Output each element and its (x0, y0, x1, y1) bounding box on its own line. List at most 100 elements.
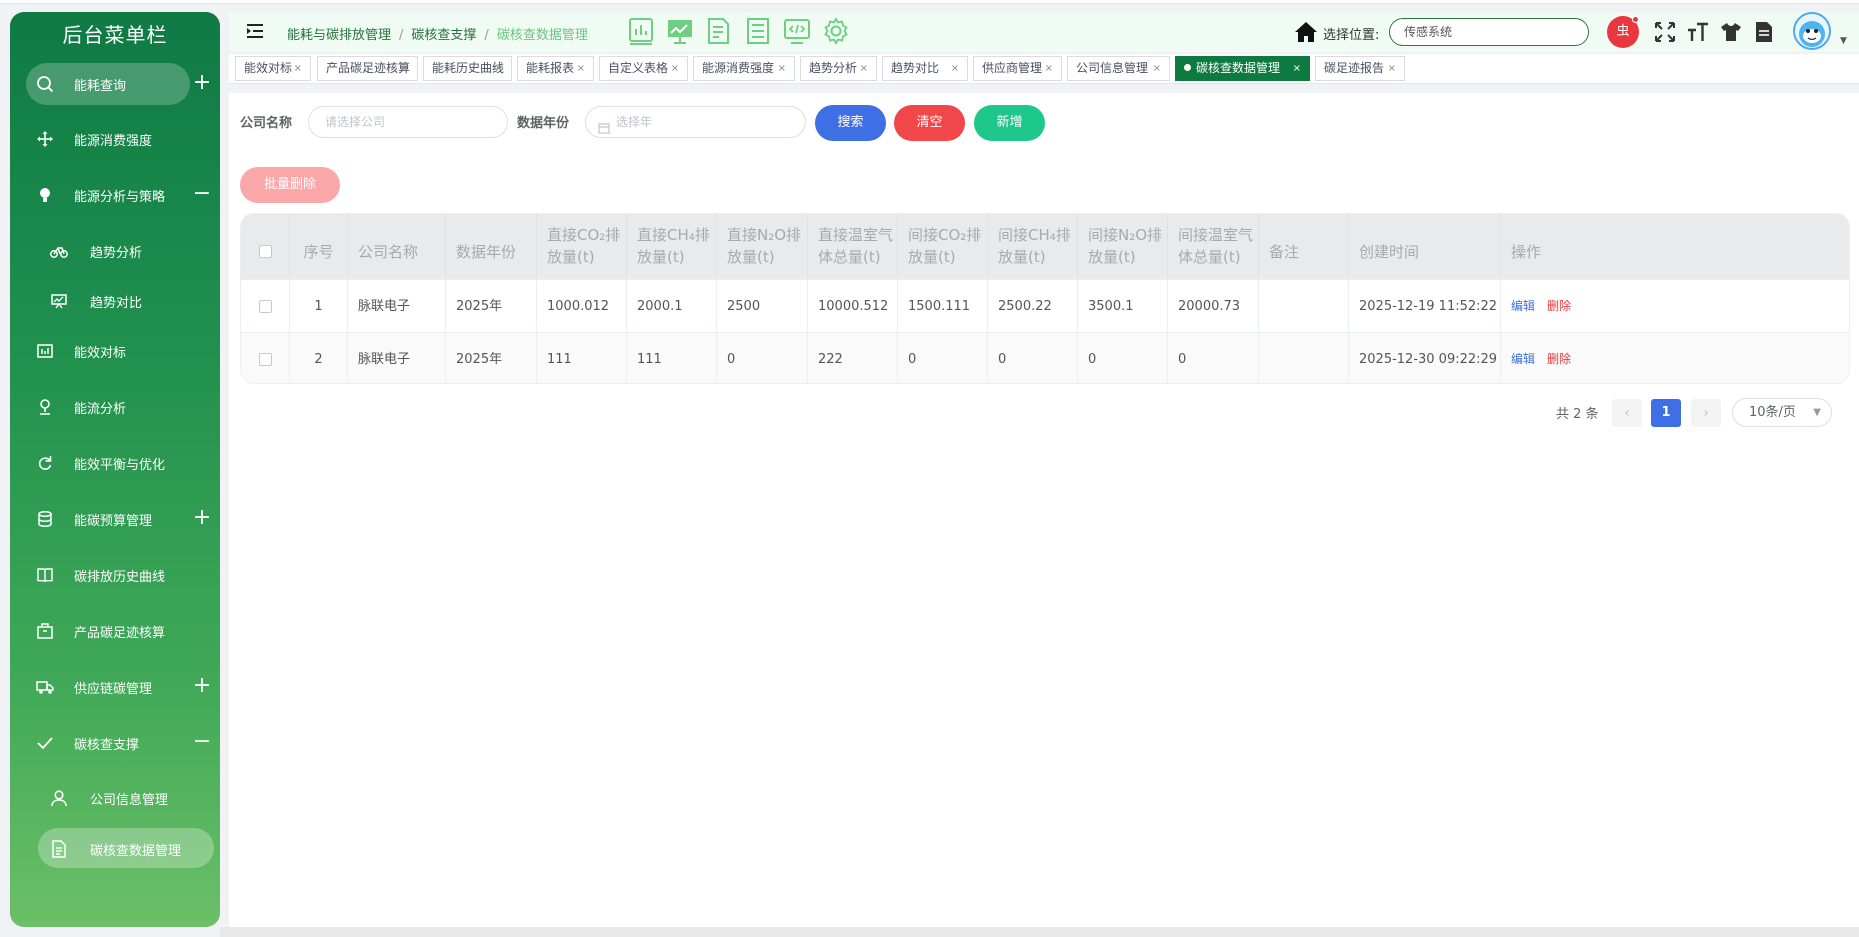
add-button[interactable]: 新增 (974, 105, 1045, 141)
truck-icon (34, 676, 56, 698)
tab-trend-analysis[interactable]: 趋势分析 × (800, 56, 877, 81)
sidebar-item-energy-flow[interactable]: 能流分析 (10, 386, 220, 428)
checklist-icon[interactable] (744, 17, 772, 45)
sidebar-item-carbon-history[interactable]: 碳排放历史曲线 (10, 554, 220, 596)
column-header: 操作 (1511, 242, 1542, 261)
sidebar-item-efficiency-benchmark[interactable]: 能效对标 (10, 330, 220, 372)
edit-document-icon[interactable] (705, 17, 733, 45)
tab-energy-history[interactable]: 能耗历史曲线 × (423, 56, 512, 81)
close-icon[interactable]: × (294, 57, 302, 80)
close-icon[interactable]: × (671, 57, 679, 80)
edit-link[interactable]: 编辑 (1511, 299, 1535, 313)
cell-indirect-n2o: 3500.1 (1078, 280, 1168, 333)
bug-label: 虫 (1616, 24, 1630, 39)
close-icon[interactable]: × (778, 57, 786, 80)
sidebar-item-verification-data[interactable]: 碳核查数据管理 (10, 828, 220, 870)
sidebar-item-supply-chain[interactable]: 供应链碳管理 + (10, 666, 220, 708)
collapse-minus-icon[interactable]: − (190, 731, 214, 755)
close-icon[interactable]: × (1293, 57, 1301, 80)
tab-energy-intensity[interactable]: 能源消费强度 × (693, 56, 795, 81)
delete-link[interactable]: 删除 (1547, 299, 1571, 313)
checkmark-icon (34, 732, 56, 754)
lightbulb-icon (34, 184, 56, 206)
tab-verification-data[interactable]: 碳核查数据管理 × (1175, 56, 1310, 81)
column-header: 创建时间 (1349, 214, 1501, 279)
tab-footprint-report[interactable]: 碳足迹报告 × (1315, 56, 1405, 81)
tab-supplier-management[interactable]: 供应商管理 × (973, 56, 1062, 81)
cell-actions: 编辑 删除 (1501, 333, 1651, 383)
delete-link[interactable]: 删除 (1547, 352, 1571, 366)
breadcrumb-item[interactable]: 碳核查支撑 (411, 28, 476, 43)
cell-direct-n2o: 2500 (717, 280, 808, 333)
tab-trend-compare[interactable]: 趋势对比 × (882, 56, 968, 81)
gear-icon[interactable] (822, 17, 850, 45)
clear-button[interactable]: 清空 (894, 105, 965, 141)
close-icon[interactable]: × (1388, 57, 1396, 80)
breadcrumb-item[interactable]: 能耗与碳排放管理 (287, 28, 391, 43)
database-icon (34, 508, 56, 530)
sidebar-item-product-footprint[interactable]: 产品碳足迹核算 (10, 610, 220, 652)
collapse-minus-icon[interactable]: − (190, 183, 214, 207)
sidebar-item-company-info[interactable]: 公司信息管理 (10, 777, 220, 819)
sidebar-item-energy-query[interactable]: 能耗查询 + (10, 63, 220, 105)
tab-product-footprint[interactable]: 产品碳足迹核算 × (317, 56, 418, 81)
prev-page-button[interactable]: ‹ (1612, 399, 1642, 427)
tab-company-info[interactable]: 公司信息管理 × (1067, 56, 1170, 81)
location-select[interactable]: 传感系统 (1389, 18, 1589, 46)
row-checkbox[interactable] (258, 353, 272, 366)
avatar[interactable] (1793, 12, 1831, 50)
search-icon (34, 73, 56, 95)
code-monitor-icon[interactable] (783, 17, 811, 45)
search-button[interactable]: 搜索 (815, 105, 886, 141)
report-chart-icon[interactable] (627, 17, 655, 45)
batch-delete-button[interactable]: 批量删除 (240, 167, 340, 203)
tab-efficiency-benchmark[interactable]: 能效对标 × (235, 56, 311, 81)
sidebar-item-energy-analysis[interactable]: 能源分析与策略 − (10, 174, 220, 216)
tab-energy-report[interactable]: 能耗报表 × (517, 56, 594, 81)
sidebar-item-trend-analysis[interactable]: 趋势分析 (10, 230, 220, 272)
chevron-down-icon: ▼ (1813, 407, 1821, 418)
cell-year: 2025年 (446, 280, 537, 333)
row-checkbox[interactable] (258, 300, 272, 313)
current-page-button[interactable]: 1 (1651, 399, 1681, 427)
document-icon[interactable] (1752, 20, 1776, 44)
sidebar-item-trend-compare[interactable]: 趋势对比 (10, 280, 220, 322)
sidebar-item-carbon-verification[interactable]: 碳核查支撑 − (10, 722, 220, 764)
edit-link[interactable]: 编辑 (1511, 352, 1535, 366)
cell-company: 脉联电子 (348, 333, 446, 383)
sidebar-item-carbon-budget[interactable]: 能碳预算管理 + (10, 498, 220, 540)
page-size-select[interactable]: 10条/页 ▼ (1732, 398, 1832, 427)
sidebar-item-label: 碳排放历史曲线 (74, 569, 166, 585)
column-header: 直接CH₄排放量(t) (627, 214, 717, 279)
tab-custom-table[interactable]: 自定义表格 × (599, 56, 688, 81)
sidebar-item-energy-intensity[interactable]: 能源消费强度 (10, 118, 220, 160)
sidebar: 后台菜单栏 能耗查询 + 能源消费强度 能源分析与策略 − 趋势分析 趋势对比 … (10, 12, 220, 927)
expand-plus-icon[interactable]: + (190, 675, 214, 699)
cell-indirect-co2: 0 (898, 333, 988, 383)
close-icon[interactable]: × (577, 57, 585, 80)
breadcrumb-current: 碳核查数据管理 (496, 28, 588, 43)
monitor-trend-icon[interactable] (666, 17, 694, 45)
theme-shirt-icon[interactable] (1719, 20, 1743, 44)
next-page-button[interactable]: › (1691, 399, 1721, 427)
chevron-down-icon[interactable]: ▼ (1840, 36, 1847, 46)
select-all-checkbox[interactable] (258, 245, 272, 258)
year-filter-label: 数据年份 (517, 116, 570, 131)
bug-report-button[interactable]: 虫 (1607, 16, 1639, 48)
close-icon[interactable]: × (495, 57, 503, 80)
sidebar-item-efficiency-balance[interactable]: 能效平衡与优化 (10, 442, 220, 484)
expand-plus-icon[interactable]: + (190, 507, 214, 531)
cell-direct-ch4: 2000.1 (627, 280, 717, 333)
close-icon[interactable]: × (860, 57, 868, 80)
close-icon[interactable]: × (1045, 57, 1053, 80)
font-size-icon[interactable] (1686, 20, 1710, 44)
year-picker[interactable]: 选择年 (585, 106, 806, 138)
menu-toggle-icon[interactable] (246, 22, 266, 40)
fullscreen-icon[interactable] (1653, 20, 1677, 44)
close-icon[interactable]: × (401, 57, 409, 80)
tab-label: 能耗报表 (526, 61, 575, 75)
close-icon[interactable]: × (1153, 57, 1161, 80)
close-icon[interactable]: × (951, 57, 959, 80)
expand-plus-icon[interactable]: + (190, 72, 214, 96)
company-select[interactable]: 请选择公司 (308, 106, 508, 138)
